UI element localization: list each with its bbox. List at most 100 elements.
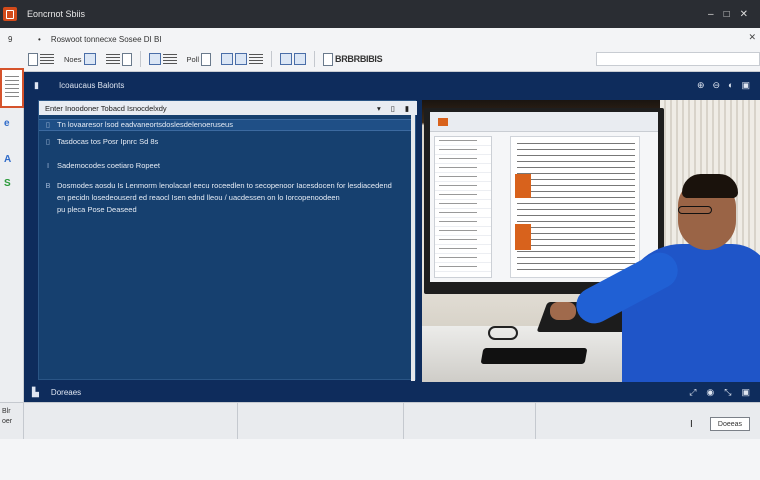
bottom-cell[interactable] (404, 403, 536, 439)
tool-noes[interactable]: Noes (62, 50, 98, 68)
row-bullet: I (46, 161, 50, 170)
app-icon (3, 7, 17, 21)
list-item[interactable]: B Dosmodes aosdu Is Lenmorm lenolacarl e… (39, 181, 413, 190)
tool-styles[interactable]: BRBRBIBIS (321, 50, 384, 68)
layout-icon (201, 52, 212, 66)
contrast-icon[interactable]: ◐ (728, 80, 733, 91)
window-icon (280, 53, 293, 65)
bottom-cell[interactable] (24, 403, 238, 439)
list-item[interactable]: I Sademocodes coetiaro Ropeet (39, 161, 413, 170)
list-item[interactable]: ▯ Tn lovaaresor lsod eadvaneortsdoslesde… (39, 119, 413, 131)
collapse-icon[interactable]: ⤡ (724, 387, 731, 398)
ribbon-tab-marker: • (38, 34, 41, 44)
photo-app-logo (438, 118, 448, 126)
stock-photo (422, 100, 760, 382)
row-text: en pecidn losedeouserd ed reaocl Isen ed… (57, 193, 340, 202)
format-icon (40, 54, 54, 64)
photo-screen-page (510, 136, 640, 278)
row-text: Sademocodes coetiaro Ropeet (57, 161, 160, 170)
page-icon (121, 52, 132, 66)
minimize-button[interactable]: – (708, 9, 714, 20)
bottom-left-label-2: oer (2, 418, 13, 425)
ribbon-tab-label[interactable]: Roswoot tonnecxe Sosee DI BI (51, 35, 162, 44)
record-icon[interactable]: ◉ (706, 387, 714, 398)
paragraph-icon (105, 54, 120, 64)
photo-glasses (488, 326, 518, 340)
photo-person-hair (682, 174, 738, 198)
left-sidebar: e A S (0, 68, 24, 402)
text-panel: Enter Inoodoner Tobacd Isnocdelxdy ▾ ▯ ▮… (38, 100, 417, 381)
row-bullet: B (45, 181, 51, 190)
tool-view[interactable] (278, 50, 308, 68)
bottom-left-label-1: Blr (2, 408, 11, 415)
tool-format[interactable] (104, 50, 134, 68)
panel-icon: ▮ (34, 79, 39, 90)
header-controls: ⊕ ⊖ ◐ ▣ (697, 80, 760, 91)
list-item[interactable]: en pecidn losedeouserd ed reaocl Isen ed… (39, 193, 413, 202)
ribbon-toolbar: Noes Poll BRBRBIBIS (26, 48, 384, 70)
row-text: Tasdocas tos Posr Ipnrc Sd 8s (57, 137, 159, 146)
tool-poll-label: Poll (186, 54, 200, 64)
ribbon: 9 • Roswoot tonnecxe Sosee DI BI ✕ Noes (0, 28, 760, 72)
footer-controls: ⤢ ◉ ⤡ ▣ (689, 387, 760, 398)
split-icon (294, 53, 307, 65)
slide-thumbnail[interactable] (0, 68, 24, 108)
main-header: ▮ Icoaucaus Balonts ⊕ ⊖ ◐ ▣ (24, 72, 760, 98)
bottom-cells: Blr oer (0, 403, 760, 439)
text-panel-title: Enter Inoodoner Tobacd Isnocdelxdy (45, 103, 167, 113)
sidebar-icon-e[interactable]: e (4, 118, 16, 130)
dropdown-icon[interactable]: ▾ (377, 104, 381, 113)
styles-icon (323, 52, 334, 66)
sidebar-icon-a[interactable]: A (4, 154, 16, 166)
list-icon (162, 54, 177, 64)
fullscreen-icon[interactable]: ▣ (741, 80, 750, 91)
insert-icon (83, 53, 96, 65)
view-icon (235, 53, 248, 65)
status-icon: ▙ (32, 386, 39, 397)
pin-icon[interactable]: ▮ (405, 104, 409, 113)
row-text: pu pleca Pose Deaseed (57, 205, 137, 214)
tool-new[interactable] (26, 50, 56, 68)
restore-icon[interactable]: ▯ (391, 104, 395, 113)
app-root: Eoncrnot Sbiis – □ ✕ 9 • Roswoot tonnecx… (0, 0, 760, 480)
row-bullet: ▯ (45, 137, 51, 146)
toolbar-separator-2 (271, 51, 273, 67)
row-bullet: ▯ (45, 120, 51, 129)
table-icon (148, 53, 161, 65)
ribbon-tabs: 9 • Roswoot tonnecxe Sosee DI BI (0, 32, 760, 46)
photo-screen-nav (434, 136, 492, 278)
bottom-lower-area (0, 439, 760, 480)
tool-review[interactable] (219, 50, 265, 68)
list-item[interactable]: ▯ Tasdocas tos Posr Ipnrc Sd 8s (39, 137, 413, 146)
sidebar-icon-s[interactable]: S (4, 178, 16, 190)
bottom-cell[interactable] (238, 403, 404, 439)
row-text: Dosmodes aosdu Is Lenmorm lenolacarl eec… (57, 181, 392, 190)
close-button[interactable]: ✕ (740, 9, 748, 20)
ribbon-tab-number[interactable]: 9 (8, 35, 38, 44)
text-cursor-icon: I (690, 419, 693, 430)
footer-label: Doreaes (50, 387, 82, 397)
ribbon-search-input[interactable] (596, 52, 760, 66)
photo-screen-ribbon (430, 112, 658, 132)
zoom-out-icon[interactable]: ⊖ (713, 80, 721, 91)
main-header-title: Icoaucaus Balonts (58, 80, 125, 90)
maximize-button[interactable]: □ (724, 9, 730, 20)
list-item[interactable]: pu pleca Pose Deaseed (39, 205, 413, 214)
bottom-panel: Blr oer I Doeeas (0, 402, 760, 480)
bottom-action-button[interactable]: Doeeas (710, 417, 750, 431)
align-icon (249, 54, 264, 64)
title-bar: Eoncrnot Sbiis – □ ✕ (0, 0, 760, 28)
display-icon[interactable]: ▣ (741, 387, 750, 398)
expand-icon[interactable]: ⤢ (689, 387, 696, 398)
tool-table[interactable] (147, 50, 179, 68)
window-title: Eoncrnot Sbiis (27, 9, 86, 19)
tool-poll[interactable]: Poll (185, 50, 214, 68)
zoom-in-icon[interactable]: ⊕ (697, 80, 705, 91)
text-panel-scrollbar[interactable] (411, 115, 415, 381)
photo-screen (430, 112, 658, 282)
document-icon (28, 52, 38, 66)
main-footer: ▙ Doreaes ⤢ ◉ ⤡ ▣ (24, 382, 760, 402)
bottom-cell[interactable]: Blr oer (0, 403, 24, 439)
ribbon-close-icon[interactable]: ✕ (748, 32, 756, 43)
toolbar-separator (139, 51, 141, 67)
